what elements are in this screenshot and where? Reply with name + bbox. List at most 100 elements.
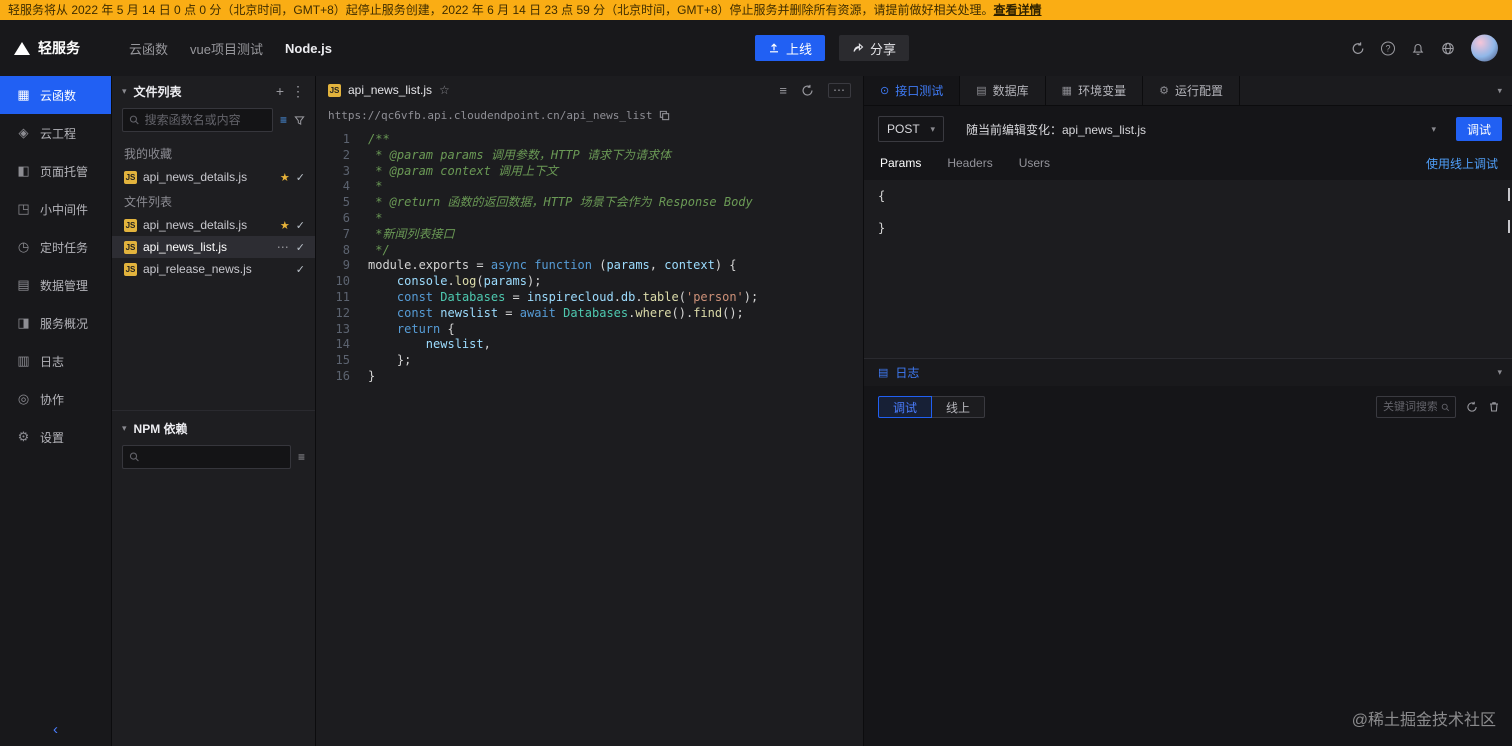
sidebar-item-cloud-function[interactable]: ▦ 云函数 (0, 76, 111, 114)
format-icon[interactable]: ≡ (779, 83, 787, 98)
cloud-function-icon: ▦ (17, 87, 30, 102)
collaboration-icon: ◎ (17, 391, 30, 406)
more-menu-icon[interactable]: ⋮ (291, 83, 305, 100)
language-globe-icon[interactable] (1441, 41, 1455, 55)
line-number: 2 (342, 147, 350, 162)
npm-search-input[interactable] (144, 450, 284, 464)
log-search-box[interactable] (1376, 396, 1456, 418)
filter-icon[interactable] (294, 115, 305, 126)
deployed-check-icon: ✓ (295, 171, 305, 184)
log-refresh-icon[interactable] (1466, 401, 1478, 413)
editor-tab[interactable]: api_news_list.js (348, 83, 432, 97)
file-panel: ▾ 文件列表 + ⋮ ≡ 我的收藏 JS api_news_details.js ★… (111, 76, 315, 746)
npm-header: ▾ NPM 依赖 (112, 413, 315, 443)
param-tab-params[interactable]: Params (880, 156, 921, 170)
sidebar-item-label: 数据管理 (40, 278, 89, 293)
param-tab-users[interactable]: Users (1019, 156, 1050, 170)
copy-icon[interactable] (659, 110, 670, 121)
json-editor[interactable]: {} (864, 180, 1512, 358)
log-mode-online[interactable]: 线上 (931, 396, 986, 418)
notifications-bell-icon[interactable] (1411, 41, 1425, 55)
favorite-star-icon[interactable]: ☆ (439, 83, 450, 97)
help-icon[interactable]: ? (1381, 41, 1395, 55)
sidebar-collapse-icon[interactable]: ‹ (53, 721, 58, 738)
file-item[interactable]: JS api_news_details.js ★ ✓ (112, 166, 315, 188)
notice-detail-link[interactable]: 查看详情 (994, 3, 1042, 17)
param-tab-headers[interactable]: Headers (947, 156, 992, 170)
tab-env-vars[interactable]: ▦ 环境变量 (1046, 76, 1144, 105)
run-config-icon: ⚙ (1159, 85, 1169, 97)
sidebar-item-collaboration[interactable]: ◎ 协作 (0, 380, 111, 418)
log-clear-trash-icon[interactable] (1488, 401, 1500, 413)
log-mode-debug[interactable]: 调试 (878, 396, 933, 418)
star-icon[interactable]: ★ (280, 219, 290, 232)
file-name: api_news_details.js (143, 170, 248, 184)
sidebar-item-label: 小中间件 (40, 202, 89, 217)
breadcrumb-runtime[interactable]: Node.js (285, 41, 332, 56)
chevron-down-icon[interactable]: ▾ (122, 423, 127, 434)
line-number: 9 (342, 258, 350, 273)
sidebar-item-data-manage[interactable]: ▤ 数据管理 (0, 266, 111, 304)
sidebar-item-label: 页面托管 (40, 164, 89, 179)
sort-icon[interactable]: ≡ (280, 113, 287, 127)
tab-label: 环境变量 (1078, 84, 1127, 98)
file-search-box[interactable] (122, 108, 273, 132)
sidebar-item-settings[interactable]: ⚙ 设置 (0, 418, 111, 456)
refresh-icon[interactable] (801, 84, 814, 97)
history-icon[interactable] (1351, 41, 1365, 55)
add-file-icon[interactable]: + (276, 83, 284, 99)
sidebar-item-cloud-project[interactable]: ◈ 云工程 (0, 114, 111, 152)
function-binding-select[interactable]: 随当前编辑变化：api_news_list.js ▾ (954, 116, 1446, 142)
sidebar-item-logs[interactable]: ▥ 日志 (0, 342, 111, 380)
sidebar-item-middleware[interactable]: ◳ 小中间件 (0, 190, 111, 228)
breadcrumb-project[interactable]: vue项目测试 (190, 39, 263, 58)
http-method-select[interactable]: POST ▾ (878, 116, 944, 142)
log-search-input[interactable] (1383, 401, 1438, 413)
app-logo[interactable]: 轻服务 (0, 38, 111, 58)
sidebar-item-label: 云工程 (40, 126, 77, 141)
log-section-header[interactable]: ▤ 日志 ▾ (864, 358, 1512, 386)
file-search-input[interactable] (144, 113, 266, 127)
line-number: 1 (342, 132, 350, 146)
file-item[interactable]: JS api_news_details.js ★ ✓ (112, 214, 315, 236)
line-number: 3 (342, 163, 350, 178)
editor-tabbar: JS api_news_list.js ☆ ≡ ⋯ (316, 76, 863, 104)
chevron-down-icon[interactable]: ▾ (122, 86, 127, 97)
app-name: 轻服务 (38, 40, 80, 56)
npm-search-box[interactable] (122, 445, 291, 469)
json-scrollbar (1508, 188, 1510, 252)
npm-list-icon[interactable]: ≡ (298, 450, 305, 464)
file-item[interactable]: JS api_release_news.js ✓ (112, 258, 315, 280)
file-search-row: ≡ (112, 108, 315, 132)
rp-tabs-chevron-icon[interactable]: ▾ (1497, 85, 1502, 96)
file-item[interactable]: JS api_news_list.js ⋯ ✓ (112, 236, 315, 258)
npm-section: ▾ NPM 依赖 ≡ (112, 410, 315, 477)
sidebar-item-timer[interactable]: ◷ 定时任务 (0, 228, 111, 266)
sidebar-item-service-overview[interactable]: ◨ 服务概况 (0, 304, 111, 342)
editor-more-icon[interactable]: ⋯ (828, 82, 851, 98)
user-avatar[interactable] (1471, 34, 1498, 62)
js-file-icon: JS (328, 83, 341, 97)
editor-toolbar: ≡ ⋯ (779, 82, 851, 98)
code-area[interactable]: 1/** 2 * @param params 调用参数，HTTP 请求下为请求体 3… (316, 126, 863, 385)
line-number: 10 (335, 274, 350, 289)
function-url-bar: https://qc6vfb.api.cloudendpoint.cn/api_… (316, 104, 863, 126)
chevron-down-icon[interactable]: ▾ (1497, 367, 1502, 378)
log-title: 日志 (895, 366, 920, 380)
publish-button[interactable]: 上线 (755, 35, 826, 61)
js-file-icon: JS (124, 262, 137, 276)
deployed-check-icon: ✓ (295, 219, 305, 232)
share-button[interactable]: 分享 (839, 35, 910, 61)
tab-database[interactable]: ▤ 数据库 (960, 76, 1046, 105)
tab-api-test[interactable]: ⊙ 接口测试 (864, 76, 961, 105)
file-more-icon[interactable]: ⋯ (277, 240, 290, 254)
sidebar-item-page-hosting[interactable]: ◧ 页面托管 (0, 152, 111, 190)
log-output-area (864, 426, 1512, 746)
code-line: 16} (316, 369, 863, 385)
online-debug-link[interactable]: 使用线上调试 (1426, 155, 1498, 172)
debug-button[interactable]: 调试 (1456, 117, 1502, 141)
star-icon[interactable]: ★ (280, 171, 290, 184)
breadcrumb-section[interactable]: 云函数 (129, 39, 168, 58)
tab-run-config[interactable]: ⚙ 运行配置 (1143, 76, 1240, 105)
line-number: 14 (335, 337, 350, 352)
